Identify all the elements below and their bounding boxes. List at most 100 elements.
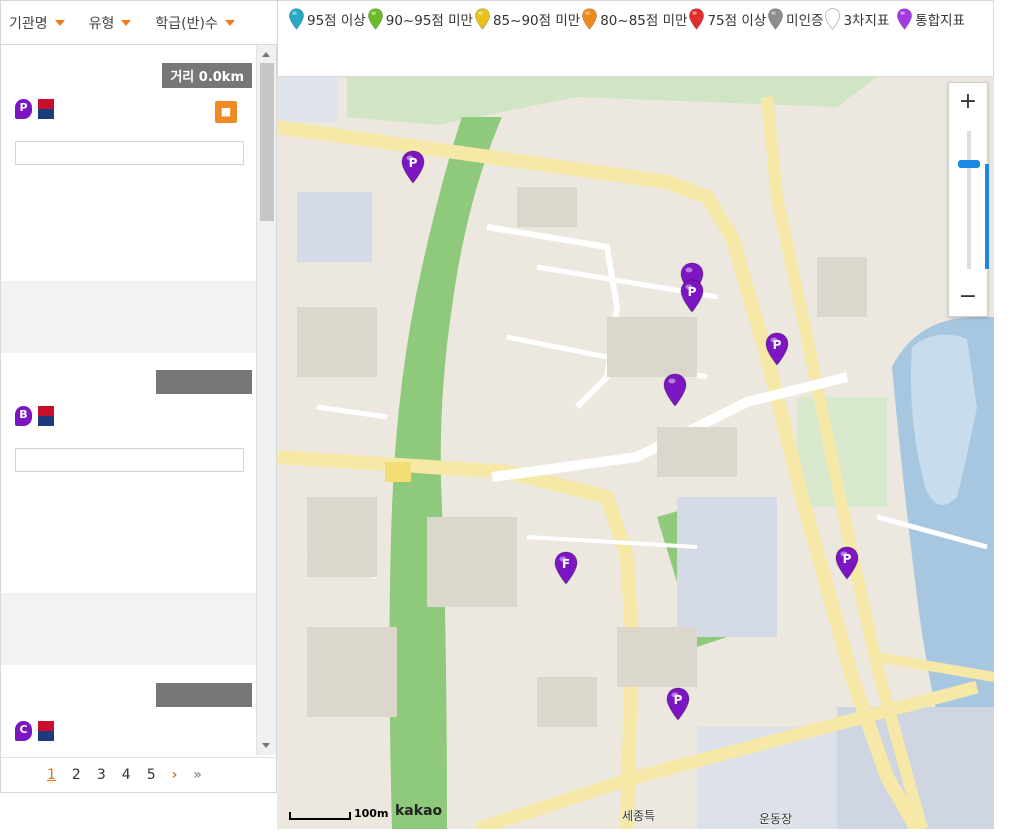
legend-label: 90~95점 미만 [385,13,473,29]
legend-label: 3차지표 [843,13,890,29]
legend-label: 95점 이상 [307,13,366,29]
map-pin-marker[interactable]: F [554,551,578,585]
filter-class-count[interactable]: 학급(반)수 [139,1,242,44]
page-1-link[interactable]: 1 [47,767,56,783]
result-list[interactable]: 거리 0.0km P ■ B C [1,45,256,755]
page-4-link[interactable]: 4 [122,767,131,783]
legend-label: 85~90점 미만 [492,13,581,29]
pagination: 1 2 3 4 5 › » [1,757,278,791]
zoom-in-button[interactable]: + [949,83,987,121]
zoom-slider-level [985,164,989,269]
stat-value [145,603,245,626]
scroll-up-icon[interactable] [262,52,270,57]
filter-bar: 기관명 유형 학급(반)수 [0,0,277,45]
caret-down-icon [54,19,65,26]
app: 기관명 유형 학급(반)수 95점 이상 90~95점 미만 85~90점 미만 80… [0,0,1025,837]
last-page-icon[interactable]: » [193,767,202,783]
list-item[interactable]: C [1,663,256,755]
filter-institution-name[interactable]: 기관명 [1,1,73,44]
stat-value [15,632,145,655]
distance-badge: 거리 0.0km [162,63,252,88]
scale-text: 100m [354,807,389,820]
map-pin-marker[interactable]: P [765,332,789,366]
scale-line [289,812,351,820]
legend-label: 75점 이상 [707,13,767,29]
map-pin-icon [581,8,598,30]
legend-item: 3차지표 [824,8,889,30]
stat-block [1,281,256,353]
flag-icon [38,406,54,426]
phone-box [15,448,244,472]
list-item[interactable]: B [1,353,256,665]
map-pin-icon [474,8,491,30]
stat-value [15,291,145,314]
map-pin-icon [896,8,913,30]
map-pin-icon [367,8,384,30]
list-item[interactable]: 거리 0.0km P ■ [1,45,256,353]
map-canvas [277,77,994,829]
flag-icon [38,99,54,119]
legend: 95점 이상 90~95점 미만 85~90점 미만 80~85점 미만 75점 이상 미… [277,0,994,77]
legend-label: 통합지표 [915,13,965,29]
map-pin-icon [824,8,841,30]
page-2-link[interactable]: 2 [72,767,81,783]
filter-label: 유형 [88,15,115,32]
category-badge: B [15,406,32,426]
map-pin-icon [767,8,784,30]
filter-label: 기관명 [9,15,48,32]
caret-down-icon [121,19,132,26]
map-pin-icon [688,8,705,30]
stat-value [15,603,145,626]
svg-text:P: P [843,552,852,566]
map-pin-marker[interactable]: P [835,546,859,580]
kakao-logo: kakao [395,803,443,819]
legend-item: 75점 이상 [688,8,766,30]
stat-value [15,320,145,343]
map-label: 운동장 [759,812,793,826]
stat-block [1,593,256,665]
page-5-link[interactable]: 5 [147,767,156,783]
zoom-out-button[interactable]: − [949,278,987,316]
scroll-down-icon[interactable] [262,743,270,748]
svg-text:P: P [688,285,697,299]
next-page-icon[interactable]: › [172,767,178,783]
list-scrollbar[interactable] [256,45,276,755]
distance-badge [156,683,252,707]
map-pin-icon [288,8,305,30]
zoom-slider-handle[interactable] [958,160,980,169]
legend-label: 미인증 [786,13,824,29]
legend-item: 미인증 [767,8,823,30]
stat-value [145,320,245,343]
map-label: 세종특 [622,809,656,823]
svg-text:P: P [409,156,418,170]
svg-text:P: P [773,338,782,352]
map-pin-marker[interactable]: P [680,279,704,313]
legend-item: 85~90점 미만 [474,8,580,30]
page-3-link[interactable]: 3 [97,767,106,783]
caret-down-icon [224,19,235,26]
scroll-thumb[interactable] [260,63,274,221]
flag-icon [38,721,54,741]
filter-type[interactable]: 유형 [73,1,140,44]
list-panel: 거리 0.0km P ■ B C 1 2 3 4 5 › » [0,45,278,793]
phone-box [15,141,244,165]
svg-text:F: F [562,557,570,571]
stat-value [145,632,245,655]
zoom-slider-track[interactable] [967,131,989,269]
stat-value [145,291,245,314]
distance-badge [156,370,252,394]
category-badge: P [15,99,32,119]
bookmark-icon[interactable]: ■ [215,101,237,123]
map-pin-marker[interactable]: P [666,687,690,721]
legend-item: 80~85점 미만 [581,8,687,30]
map-pin-marker[interactable] [663,373,687,407]
legend-label: 80~85점 미만 [600,13,688,29]
svg-text:P: P [674,693,683,707]
legend-item: 90~95점 미만 [367,8,473,30]
map-pin-marker[interactable]: P [401,150,425,184]
legend-item: 통합지표 [896,8,965,30]
map-view[interactable]: 세종특 운동장 P P P F P P + − 100m kakao [277,77,994,829]
scale-bar: 100m [289,807,388,820]
legend-item: 95점 이상 [288,8,366,30]
filter-label: 학급(반)수 [155,15,218,32]
